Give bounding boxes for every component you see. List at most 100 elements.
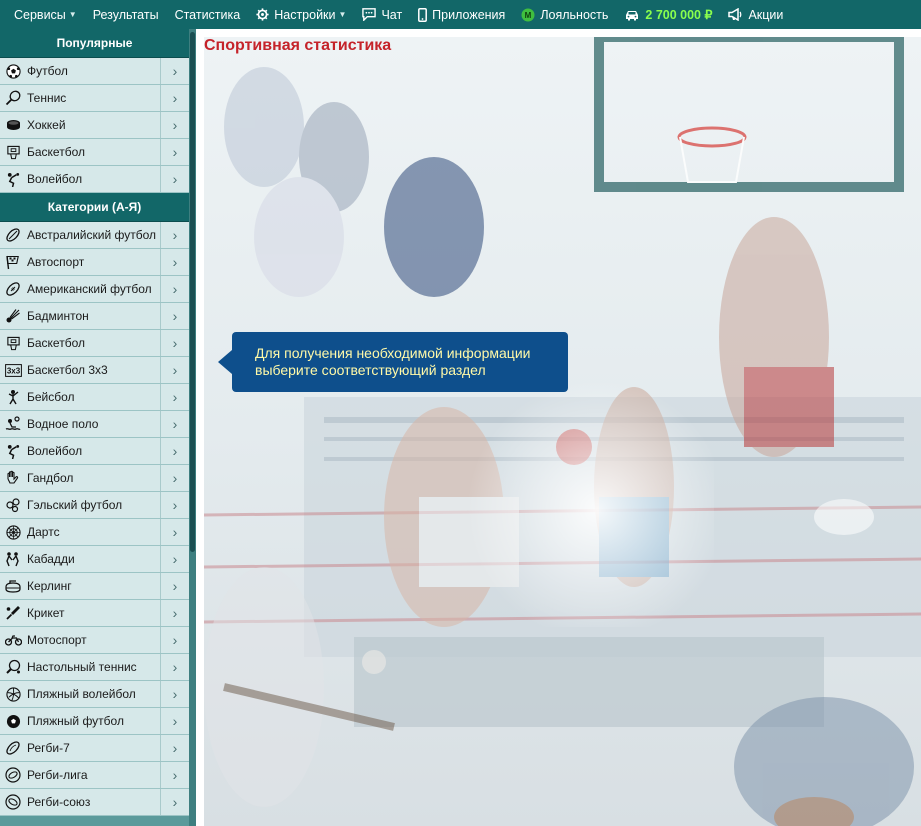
nav-results[interactable]: Результаты: [85, 0, 167, 29]
sidebar-item-label: Дартс: [27, 525, 60, 539]
chat-icon: [362, 8, 377, 21]
sidebar-scrollbar[interactable]: [189, 29, 196, 826]
chevron-right-icon[interactable]: ›: [161, 465, 189, 491]
sidebar-item-australian-football[interactable]: Австралийский футбол ›: [0, 222, 189, 249]
sidebar-item-motorsport[interactable]: Мотоспорт ›: [0, 627, 189, 654]
chevron-right-icon[interactable]: ›: [161, 681, 189, 707]
chevron-right-icon[interactable]: ›: [161, 85, 189, 111]
chevron-right-icon[interactable]: ›: [161, 519, 189, 545]
chevron-right-icon[interactable]: ›: [161, 249, 189, 275]
sidebar-item-curling[interactable]: Керлинг ›: [0, 573, 189, 600]
sidebar-item-label: Регби-лига: [27, 768, 88, 782]
hint-tooltip: Для получения необходимой информации выб…: [218, 332, 568, 392]
sidebar-item-handball[interactable]: Гандбол ›: [0, 465, 189, 492]
chevron-right-icon[interactable]: ›: [161, 58, 189, 84]
sidebar-item-label: Пляжный волейбол: [27, 687, 136, 701]
categories-section-title: Категории (А-Я): [0, 193, 189, 222]
sidebar-item-label: Баскетбол 3х3: [27, 363, 108, 377]
chevron-right-icon[interactable]: ›: [161, 573, 189, 599]
nav-statistics[interactable]: Статистика: [167, 0, 249, 29]
sidebar-item-cricket[interactable]: Крикет ›: [0, 600, 189, 627]
sidebar-item-label: Футбол: [27, 64, 68, 78]
sidebar-item-darts[interactable]: Дартс ›: [0, 519, 189, 546]
chevron-right-icon[interactable]: ›: [161, 411, 189, 437]
beach-volleyball-icon: [4, 686, 22, 702]
rugby-union-icon: [4, 794, 22, 810]
sidebar-item-volleyball-cat[interactable]: Волейбол ›: [0, 438, 189, 465]
sidebar-item-label: Пляжный футбол: [27, 714, 124, 728]
sidebar-item-hockey[interactable]: Хоккей ›: [0, 112, 189, 139]
sidebar-item-label: Бадминтон: [27, 309, 89, 323]
sidebar-item-american-football[interactable]: Американский футбол ›: [0, 276, 189, 303]
chevron-right-icon[interactable]: ›: [161, 735, 189, 761]
sidebar-item-table-tennis[interactable]: Настольный теннис ›: [0, 654, 189, 681]
sidebar-item-tennis[interactable]: Теннис ›: [0, 85, 189, 112]
sidebar-item-label: Теннис: [27, 91, 67, 105]
sidebar-item-water-polo[interactable]: Водное поло ›: [0, 411, 189, 438]
sidebar-item-beach-volleyball[interactable]: Пляжный волейбол ›: [0, 681, 189, 708]
volleyball-player-icon: [4, 443, 22, 459]
sidebar-item-basketball-cat[interactable]: Баскетбол ›: [0, 330, 189, 357]
sidebar-item-rugby-league[interactable]: Регби-лига ›: [0, 762, 189, 789]
gear-icon: [256, 8, 269, 21]
chevron-right-icon[interactable]: ›: [161, 112, 189, 138]
sidebar-item-label: Австралийский футбол: [27, 228, 157, 242]
nav-services[interactable]: Сервисы ▼: [6, 0, 85, 29]
volleyball-player-icon: [4, 171, 22, 187]
sidebar-scroll-thumb[interactable]: [190, 32, 195, 552]
chevron-right-icon[interactable]: ›: [161, 762, 189, 788]
chevron-right-icon[interactable]: ›: [161, 654, 189, 680]
chevron-right-icon[interactable]: ›: [161, 789, 189, 815]
chevron-right-icon[interactable]: ›: [161, 627, 189, 653]
chevron-right-icon[interactable]: ›: [161, 303, 189, 329]
sidebar-item-badminton[interactable]: Бадминтон ›: [0, 303, 189, 330]
nav-chat[interactable]: Чат: [354, 0, 410, 29]
popular-section-title: Популярные: [0, 29, 189, 58]
nav-settings[interactable]: Настройки ▼: [248, 0, 354, 29]
soccer-ball-icon: [4, 63, 22, 79]
nav-loyalty[interactable]: М Лояльность: [513, 0, 616, 29]
chevron-right-icon[interactable]: ›: [161, 600, 189, 626]
sidebar-item-label: Гандбол: [27, 471, 74, 485]
chevron-right-icon[interactable]: ›: [161, 357, 189, 383]
sidebar-item-label: Кабадди: [27, 552, 75, 566]
nav-apps[interactable]: Приложения: [410, 0, 513, 29]
sidebar-item-baseball[interactable]: Бейсбол ›: [0, 384, 189, 411]
sidebar-item-label: Бейсбол: [27, 390, 75, 404]
hockey-puck-icon: [4, 117, 22, 133]
chevron-right-icon[interactable]: ›: [161, 492, 189, 518]
chevron-right-icon[interactable]: ›: [161, 546, 189, 572]
sidebar-item-rugby-7[interactable]: Регби-7 ›: [0, 735, 189, 762]
nav-promotions[interactable]: Акции: [720, 0, 791, 29]
svg-text:3x3: 3x3: [6, 366, 20, 375]
chevron-right-icon[interactable]: ›: [161, 166, 189, 192]
sidebar-item-volleyball[interactable]: Волейбол ›: [0, 166, 189, 193]
sidebar-item-kabaddi[interactable]: Кабадди ›: [0, 546, 189, 573]
chevron-down-icon: ▼: [338, 10, 347, 19]
sidebar-item-basketball[interactable]: Баскетбол ›: [0, 139, 189, 166]
chevron-right-icon[interactable]: ›: [161, 139, 189, 165]
sidebar-item-beach-soccer[interactable]: Пляжный футбол ›: [0, 708, 189, 735]
chevron-right-icon[interactable]: ›: [161, 438, 189, 464]
chevron-right-icon[interactable]: ›: [161, 708, 189, 734]
chevron-right-icon[interactable]: ›: [161, 384, 189, 410]
nav-chat-label: Чат: [381, 7, 403, 22]
chevron-down-icon: ▼: [68, 10, 77, 19]
rugby-ball-icon: [4, 740, 22, 756]
chevron-right-icon[interactable]: ›: [161, 276, 189, 302]
cricket-bat-icon: [4, 605, 22, 621]
beach-soccer-icon: [4, 713, 22, 729]
sidebar-item-label: Баскетбол: [27, 336, 85, 350]
sidebar-item-football[interactable]: Футбол ›: [0, 58, 189, 85]
nav-balance[interactable]: 2 700 000 ₽: [616, 0, 720, 29]
sidebar-item-basketball-3x3[interactable]: 3x3 Баскетбол 3х3 ›: [0, 357, 189, 384]
chevron-right-icon[interactable]: ›: [161, 330, 189, 356]
sidebar-item-gaelic-football[interactable]: Гэльский футбол ›: [0, 492, 189, 519]
sidebar-item-rugby-union[interactable]: Регби-союз ›: [0, 789, 189, 816]
handball-icon: [4, 470, 22, 486]
main-content: Спортивная статистика Для получения необ…: [196, 29, 921, 826]
dartboard-icon: [4, 524, 22, 540]
chevron-right-icon[interactable]: ›: [161, 222, 189, 248]
kabaddi-icon: [4, 551, 22, 567]
sidebar-item-autosport[interactable]: Автоспорт ›: [0, 249, 189, 276]
